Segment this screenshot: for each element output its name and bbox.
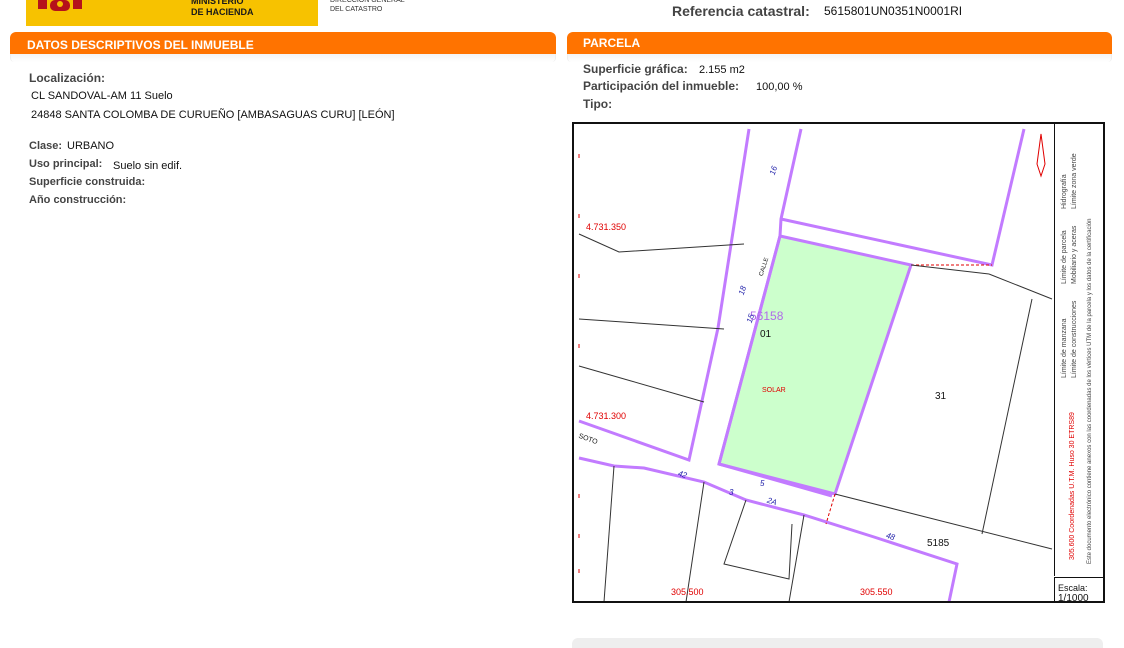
legend-construcciones: Límite de construcciones	[1071, 300, 1078, 378]
bottom-panel	[572, 638, 1103, 648]
clase-label: Clase:	[29, 140, 63, 152]
uso-label: Uso principal:	[29, 158, 103, 170]
legend-zona-verde: Límite zona verde	[1071, 153, 1078, 209]
solar-label: SOLAR	[762, 387, 786, 394]
house-number: 5	[760, 479, 765, 488]
legend-hidro: Hidrografía	[1061, 174, 1068, 209]
localizacion-line2: 24848 SANTA COLOMBA DE CURUEÑO [AMBASAGU…	[31, 109, 395, 121]
map-drawing	[578, 128, 1053, 601]
datos-descriptivos-panel: DATOS DESCRIPTIVOS DEL INMUEBLE	[10, 32, 556, 62]
referencia-value: 5615801UN0351N0001RI	[824, 4, 963, 18]
map-legend: 305.600 Coordenadas U.T.M. Huso 30 ETRS8…	[1054, 124, 1103, 576]
coord-x-label: 305.550	[860, 587, 893, 597]
participacion-value: 100,00 %	[756, 81, 803, 93]
anio-label: Año construcción:	[29, 194, 127, 206]
house-number: 3	[729, 488, 734, 497]
parcel-polygon	[717, 234, 913, 496]
localizacion-line1: CL SANDOVAL-AM 11 Suelo	[31, 90, 173, 102]
panel-title: PARCELA	[567, 32, 1112, 54]
superficie-grafica-value: 2.155 m2	[699, 64, 745, 76]
spain-emblem-icon	[38, 0, 82, 11]
clase-value: URBANO	[67, 140, 115, 152]
cadastral-map[interactable]: 4.731.350 4.731.300 305.500 305.550 5615…	[572, 122, 1105, 603]
parcel-subnumber: 01	[760, 329, 772, 340]
referencia-label: Referencia catastral:	[672, 3, 810, 19]
map-scale: Escala: 1/1000	[1054, 577, 1103, 604]
ministry-name: MINISTERIO DE HACIENDA	[191, 0, 254, 17]
lot-number: 31	[935, 391, 947, 402]
north-arrow-icon	[1036, 133, 1046, 178]
uso-value: Suelo sin edif.	[113, 160, 183, 172]
block-line	[578, 456, 959, 601]
coord-y-label: 4.731.300	[586, 411, 627, 421]
legend-note: Este documento electrónico contiene anex…	[1087, 218, 1093, 564]
legend-coords: 305.600 Coordenadas U.T.M. Huso 30 ETRS8…	[1069, 412, 1076, 560]
legend-mobiliario: Mobiliario y aceras	[1071, 225, 1078, 284]
localizacion-label: Localización:	[29, 71, 106, 85]
superficie-label: Superficie construida:	[29, 176, 146, 188]
superficie-grafica-label: Superficie gráfica:	[583, 62, 688, 76]
direccion-general: DIRECCIÓN GENERAL DEL CATASTRO	[330, 0, 405, 13]
gov-logo-bar: MINISTERIO DE HACIENDA	[26, 0, 318, 26]
lot-number: 5185	[927, 538, 950, 549]
scale-label: Escala:	[1058, 583, 1088, 593]
participacion-label: Participación del inmueble:	[583, 79, 740, 93]
legend-manzana: Límite de manzana	[1061, 318, 1068, 378]
coord-y-label: 4.731.350	[586, 222, 627, 232]
scale-value: 1/1000	[1058, 593, 1089, 604]
panel-divider	[567, 54, 1112, 62]
panel-divider	[10, 54, 556, 62]
parcela-panel: PARCELA	[567, 32, 1112, 62]
tipo-label: Tipo:	[583, 97, 613, 111]
panel-title: DATOS DESCRIPTIVOS DEL INMUEBLE	[10, 32, 556, 54]
coord-x-label: 305.500	[671, 587, 704, 597]
legend-parcela: Límite de parcela	[1061, 230, 1068, 284]
